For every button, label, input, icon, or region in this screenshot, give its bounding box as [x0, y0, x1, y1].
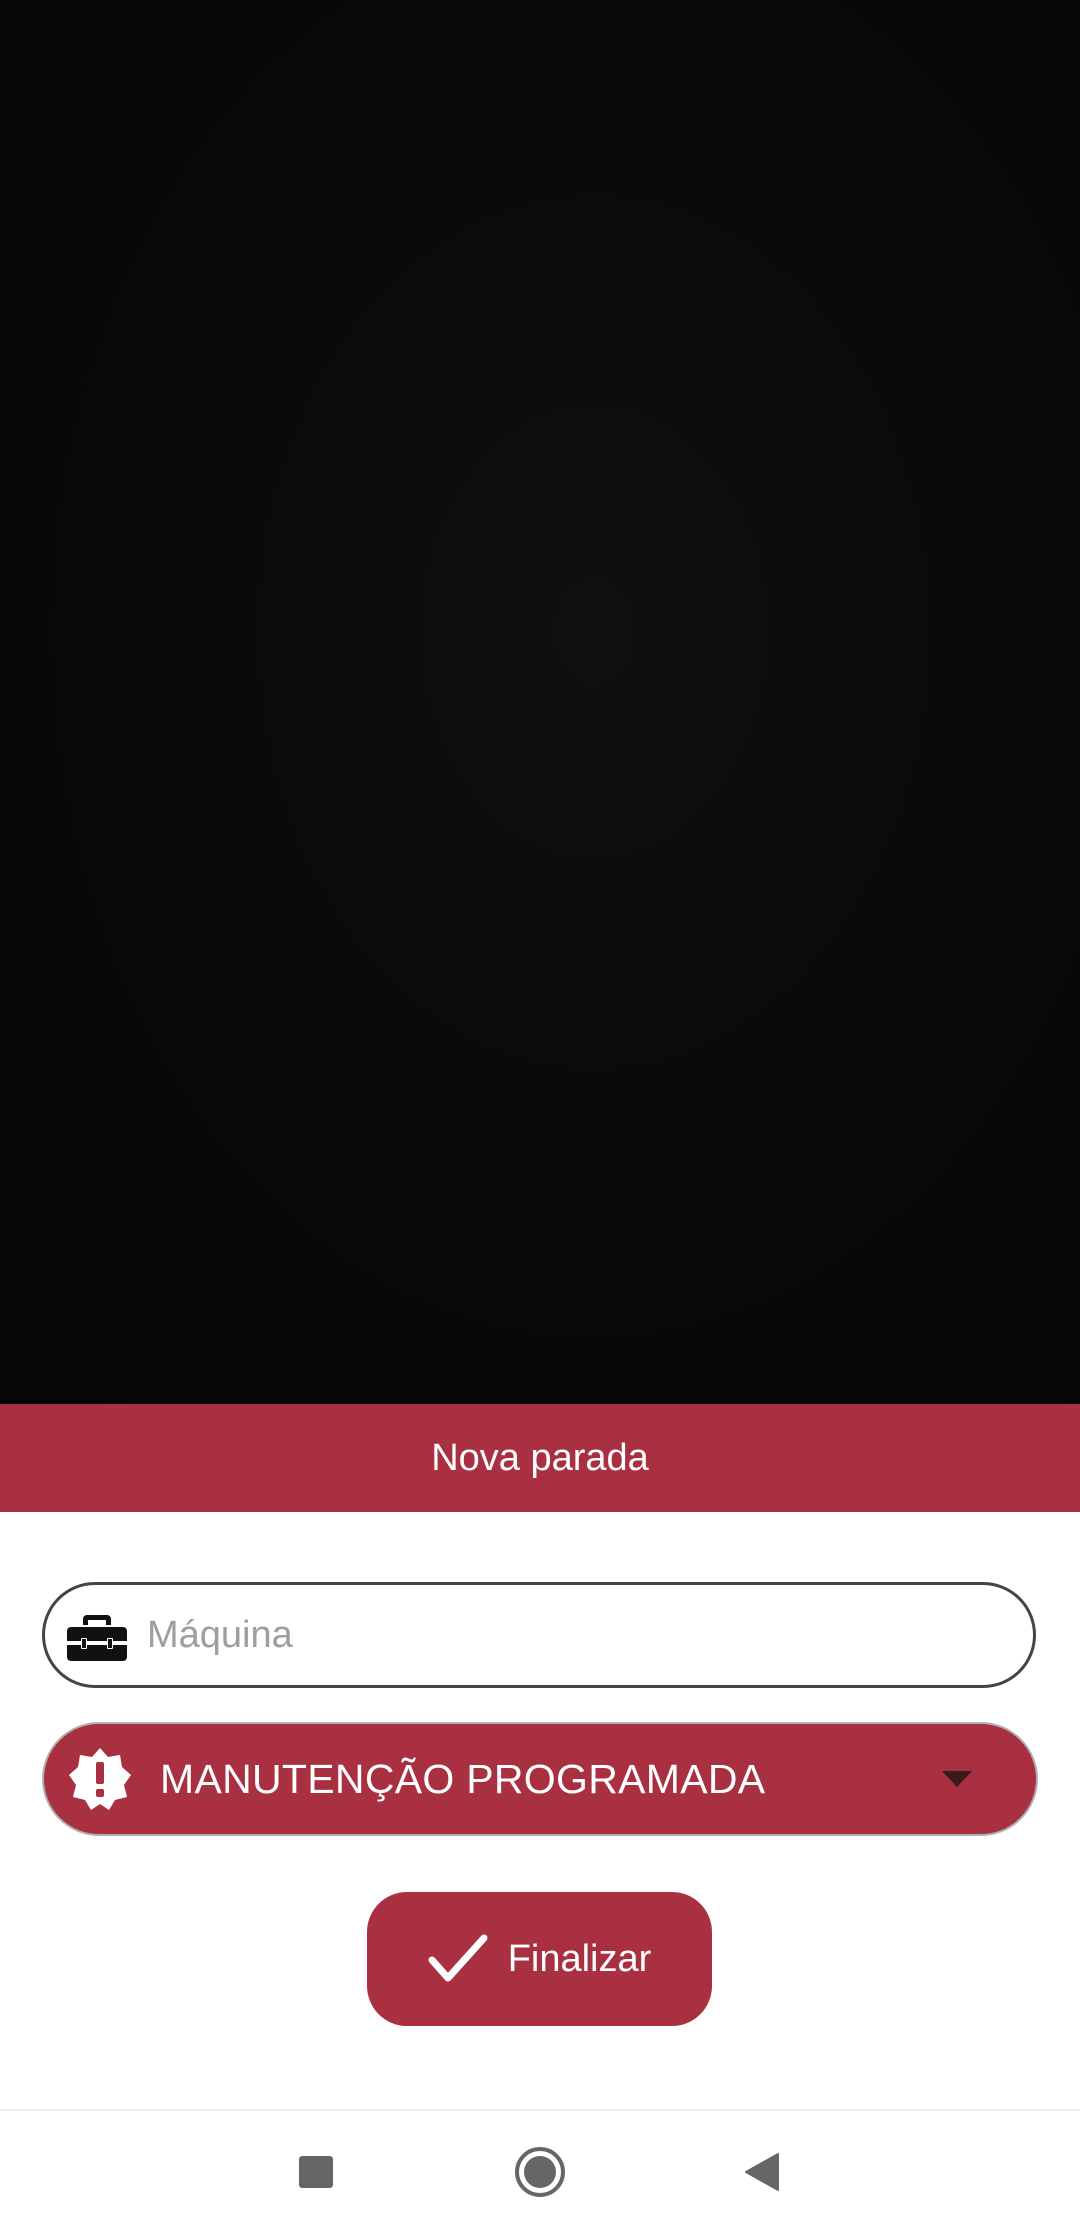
dialog-title: Nova parada — [431, 1436, 649, 1479]
square-icon — [298, 2155, 334, 2194]
alert-badge-icon — [66, 1745, 134, 1813]
camera-preview — [0, 0, 1080, 1404]
stop-type-selected: MANUTENÇÃO PROGRAMADA — [160, 1755, 766, 1802]
home-button[interactable] — [505, 2139, 575, 2209]
machine-field[interactable] — [42, 1582, 1036, 1688]
recent-apps-button[interactable] — [281, 2139, 351, 2209]
triangle-back-icon — [744, 2152, 780, 2197]
caret-down-icon — [942, 1769, 972, 1789]
stop-type-select[interactable]: MANUTENÇÃO PROGRAMADA — [42, 1722, 1038, 1836]
check-icon — [428, 1929, 488, 1989]
finish-button-label: Finalizar — [507, 1937, 652, 1980]
finish-button[interactable]: Finalizar — [367, 1892, 712, 2026]
circle-icon — [513, 2145, 567, 2204]
dialog-header: Nova parada — [0, 1404, 1080, 1512]
toolbox-icon — [65, 1603, 129, 1667]
back-button[interactable] — [727, 2139, 797, 2209]
dialog-body: MANUTENÇÃO PROGRAMADA Finalizar — [0, 1512, 1080, 2109]
machine-input[interactable] — [145, 1612, 1009, 1658]
system-nav-bar — [0, 2109, 1080, 2239]
